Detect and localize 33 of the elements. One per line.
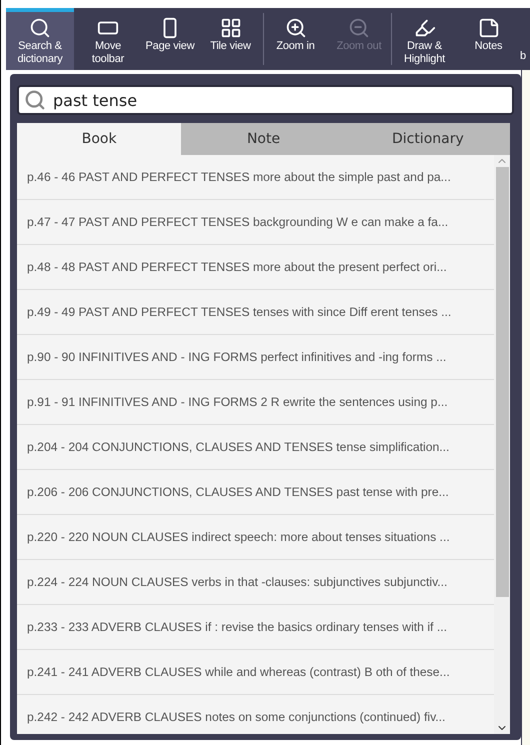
note-icon	[478, 17, 500, 39]
toolbar-button[interactable]: Move toolbar	[74, 8, 142, 70]
tab[interactable]: Dictionary	[346, 123, 510, 155]
result-item[interactable]: p.233 - 233 ADVERB CLAUSES if : revise the basics ordinary tenses with if ...	[17, 605, 494, 650]
tab[interactable]: Book	[17, 123, 182, 155]
toolbar-button[interactable]: Zoom in	[264, 8, 327, 70]
result-item[interactable]: p.220 - 220 NOUN CLAUSES indirect speech: more about tenses situations ...	[17, 515, 494, 560]
toolbar-button[interactable]: Page view	[142, 8, 198, 70]
result-item[interactable]: p.224 - 224 NOUN CLAUSES verbs in that -clauses: subjunctives subjunctiv...	[17, 560, 494, 605]
toolbar-button[interactable]: Notes	[457, 8, 520, 70]
result-item[interactable]: p.91 - 91 INFINITIVES AND - ING FORMS 2 R ewrite the sentences using p...	[17, 380, 494, 425]
toolbar-button[interactable]: Tile view	[198, 8, 263, 70]
grid-icon	[220, 17, 242, 39]
search-icon	[29, 17, 51, 39]
result-item[interactable]: p.206 - 206 CONJUNCTIONS, CLAUSES AND TENSES past tense with pre...	[17, 470, 494, 515]
zoom-out-icon	[348, 17, 370, 39]
result-item[interactable]: p.90 - 90 INFINITIVES AND - ING FORMS perfect infinitives and -ing forms ...	[17, 335, 494, 380]
result-item[interactable]: p.46 - 46 PAST AND PERFECT TENSES more about the simple past and pa...	[17, 155, 494, 200]
toolbar-button[interactable]: Draw & Highlight	[392, 8, 457, 70]
toolbar-button[interactable]: Search & dictionary	[6, 8, 74, 70]
toolbar-button[interactable]: b	[520, 8, 530, 70]
zoom-in-icon	[284, 17, 306, 39]
result-item[interactable]: p.241 - 241 ADVERB CLAUSES while and whereas (contrast) B oth of these...	[17, 650, 494, 695]
result-item[interactable]: p.47 - 47 PAST AND PERFECT TENSES backgrounding W e can make a fa...	[17, 200, 494, 245]
tab[interactable]: Note	[181, 123, 346, 155]
result-item[interactable]: p.204 - 204 CONJUNCTIONS, CLAUSES AND TENSES tense simplification...	[17, 425, 494, 470]
scroll-thumb[interactable]	[496, 167, 509, 597]
scrollbar[interactable]	[494, 155, 510, 734]
search-field[interactable]: past tense	[17, 85, 514, 115]
result-item[interactable]: p.49 - 49 PAST AND PERFECT TENSES tenses with since Diff erent tenses ...	[17, 290, 494, 335]
result-item[interactable]: p.48 - 48 PAST AND PERFECT TENSES more about the present perfect ori...	[17, 245, 494, 290]
pens-icon	[414, 17, 436, 39]
search-icon	[24, 89, 46, 111]
